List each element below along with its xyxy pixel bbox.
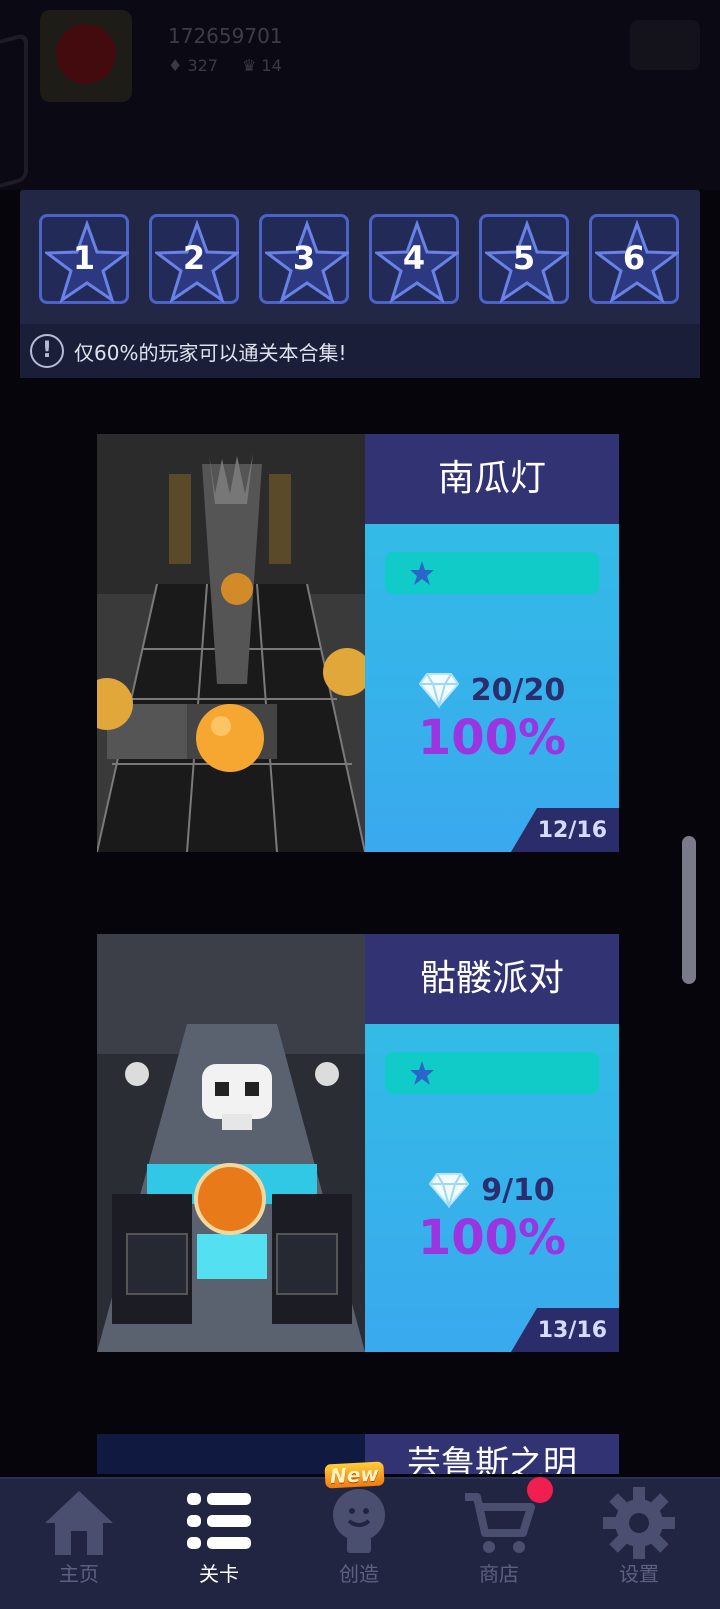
- pumpkin-level-art: [97, 434, 365, 852]
- stage-button-4[interactable]: 4: [369, 214, 459, 304]
- gems-count: ♦ 327: [168, 56, 218, 75]
- skeleton-party-level-art: [97, 934, 365, 1352]
- stage-button-6[interactable]: 6: [589, 214, 679, 304]
- player-stats: ♦ 327 ♛ 14: [168, 56, 282, 75]
- home-icon: [45, 1491, 113, 1555]
- stage-button-3[interactable]: 3: [259, 214, 349, 304]
- player-id: 172659701: [168, 24, 283, 48]
- level-info: 南瓜灯 20/20 100% 12/16: [365, 434, 619, 852]
- stage-button-5[interactable]: 5: [479, 214, 569, 304]
- level-thumbnail: [97, 934, 365, 1352]
- crowns-count: ♛ 14: [241, 56, 282, 75]
- stage-number: 2: [182, 239, 206, 277]
- level-info: 骷髅派对 9/10 100% 13/16: [365, 934, 619, 1352]
- stage-number: 5: [512, 239, 536, 277]
- notice-text: 仅60%的玩家可以通关本合集!: [74, 340, 347, 365]
- level-progress-tag: 13/16: [511, 1308, 619, 1352]
- level-title: 芸鲁斯之明: [365, 1434, 619, 1474]
- gem-count: 9/10: [365, 1172, 619, 1208]
- gear-icon: [603, 1487, 675, 1559]
- completion-percent: 100%: [417, 1210, 567, 1266]
- stage-number: 3: [292, 239, 316, 277]
- level-progress-tag: 12/16: [511, 808, 619, 852]
- gem-count: 20/20: [365, 672, 619, 708]
- star-icon: [410, 1061, 434, 1085]
- stage-button-2[interactable]: 2: [149, 214, 239, 304]
- nav-levels[interactable]: 关卡: [159, 1479, 279, 1609]
- stage-selector-panel: 1 2 3 4 5 6 ! 仅60%的玩家可以通关本合集!: [20, 190, 700, 378]
- nav-home[interactable]: 主页: [19, 1479, 139, 1609]
- level-card-skeleton[interactable]: 骷髅派对 9/10 100% 13/16: [97, 934, 619, 1352]
- side-decoration: [0, 32, 28, 196]
- nav-label: 主页: [59, 1562, 99, 1586]
- nav-label: 设置: [619, 1562, 659, 1586]
- level-thumbnail: [97, 434, 365, 852]
- star-progress-bar: [385, 552, 599, 594]
- nav-settings[interactable]: 设置: [579, 1479, 699, 1609]
- bulb-icon: [333, 1489, 385, 1553]
- stage-button-1[interactable]: 1: [39, 214, 129, 304]
- stage-number: 1: [72, 239, 96, 277]
- nav-label: 商店: [479, 1562, 519, 1586]
- header-corner-button: [630, 20, 700, 70]
- level-title: 南瓜灯: [365, 434, 619, 524]
- nav-create[interactable]: 创造: [299, 1479, 419, 1609]
- star-progress-bar: [385, 1052, 599, 1094]
- gem-count-value: 20/20: [470, 672, 566, 708]
- notification-dot: [527, 1477, 553, 1503]
- player-avatar: [40, 10, 132, 102]
- nav-label: 关卡: [199, 1562, 239, 1586]
- cart-icon: [465, 1493, 535, 1553]
- diamond-icon: [418, 673, 459, 708]
- new-badge: New: [324, 1461, 385, 1489]
- info-icon: !: [30, 334, 64, 368]
- level-title: 骷髅派对: [365, 934, 619, 1024]
- stage-number: 4: [402, 239, 426, 277]
- scrollbar[interactable]: [682, 836, 696, 984]
- background-header: 172659701 ♦ 327 ♛ 14: [0, 0, 720, 196]
- stage-list: 1 2 3 4 5 6: [39, 214, 679, 304]
- diamond-icon: [429, 1173, 470, 1208]
- completion-percent: 100%: [417, 710, 567, 766]
- bottom-nav: 主页 关卡 创造 商店 设置: [0, 1477, 720, 1609]
- gem-count-value: 9/10: [481, 1172, 555, 1208]
- notice-bar: ! 仅60%的玩家可以通关本合集!: [20, 324, 700, 378]
- level-card-pumpkin[interactable]: 南瓜灯 20/20 100% 12/16: [97, 434, 619, 852]
- stage-number: 6: [622, 239, 646, 277]
- nav-label: 创造: [339, 1562, 379, 1586]
- list-icon: [187, 1493, 251, 1549]
- star-icon: [410, 561, 434, 585]
